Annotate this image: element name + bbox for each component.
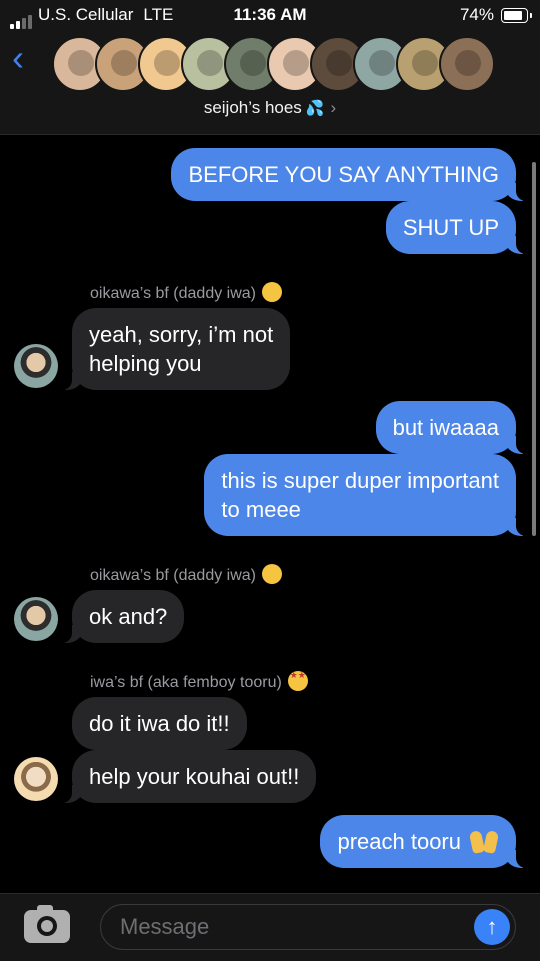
arrow-up-icon[interactable]: ↑ bbox=[474, 909, 510, 945]
message-thread[interactable]: BEFORE YOU SAY ANYTHING SHUT UP oikawa’s… bbox=[0, 135, 540, 893]
chevron-right-icon: › bbox=[330, 98, 337, 117]
message-input[interactable] bbox=[100, 904, 516, 950]
participant-avatar bbox=[439, 36, 495, 92]
shushing-face-emoji bbox=[262, 564, 283, 584]
sender-avatar[interactable] bbox=[14, 597, 58, 641]
group-name-button[interactable]: seijoh’s hoes 💦 › bbox=[0, 98, 540, 118]
sender-avatar[interactable] bbox=[14, 757, 58, 801]
conversation-header: U.S. Cellular LTE 11:36 AM 74% ‹ seijoh’s… bbox=[0, 0, 540, 135]
battery-icon bbox=[501, 8, 532, 23]
star-struck-emoji bbox=[287, 670, 308, 691]
camera-icon[interactable] bbox=[24, 905, 70, 943]
raising-hands-emoji bbox=[469, 827, 499, 855]
sent-message[interactable]: this is super duper important to meee bbox=[204, 454, 530, 536]
message-composer: ↑ bbox=[0, 893, 540, 961]
received-message[interactable]: ok and? bbox=[57, 590, 185, 643]
shushing-face-emoji bbox=[262, 282, 283, 302]
group-name: seijoh’s hoes bbox=[203, 98, 302, 117]
battery-percent: 74% bbox=[459, 5, 494, 24]
sender-name: iwa’s bf (aka femboy tooru) bbox=[90, 670, 308, 692]
sender-avatar[interactable] bbox=[14, 344, 58, 388]
received-message[interactable]: yeah, sorry, i’m not helping you bbox=[57, 308, 291, 390]
sender-name: oikawa’s bf (daddy iwa) bbox=[90, 282, 283, 303]
sent-message[interactable]: SHUT UP bbox=[385, 201, 531, 254]
status-bar: U.S. Cellular LTE 11:36 AM 74% bbox=[0, 0, 540, 32]
back-chevron-icon[interactable]: ‹ bbox=[12, 38, 24, 78]
sent-message[interactable]: BEFORE YOU SAY ANYTHING bbox=[171, 148, 530, 201]
received-message[interactable]: do it iwa do it!! bbox=[72, 697, 247, 750]
sent-message[interactable]: preach tooru bbox=[320, 815, 530, 868]
received-message[interactable]: help your kouhai out!! bbox=[57, 750, 317, 803]
sender-name: oikawa’s bf (daddy iwa) bbox=[90, 564, 283, 585]
sweat-droplets-emoji: 💦 bbox=[305, 100, 325, 117]
scrollbar[interactable] bbox=[532, 162, 536, 536]
sent-message[interactable]: but iwaaaa bbox=[375, 401, 531, 454]
